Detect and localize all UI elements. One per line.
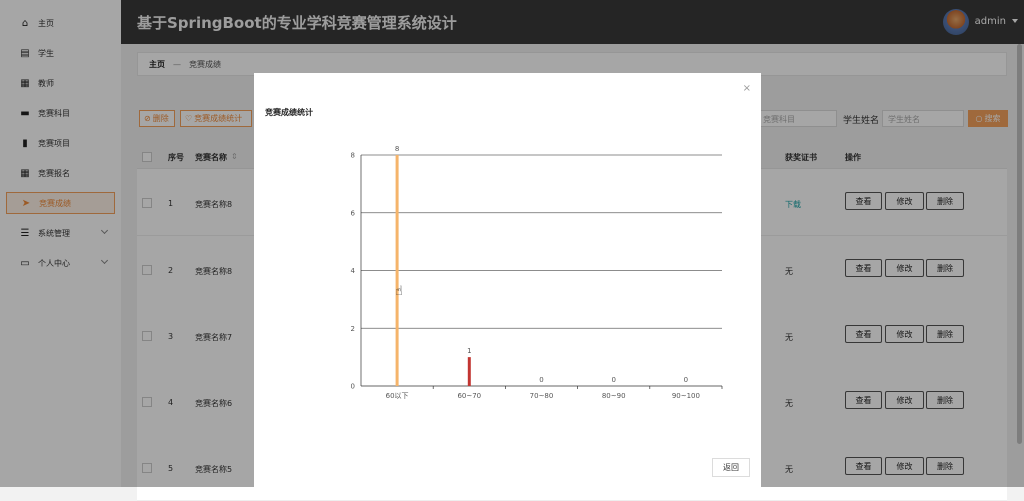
- bar-value-label: 0: [684, 376, 688, 384]
- y-tick-label: 0: [351, 383, 355, 391]
- score-bar-chart: 0 2 4 6 8 8 60以下 1 60~70 0 70~80 0 80~90 0 90~100: [351, 145, 723, 400]
- stats-modal: 竞赛成绩统计 × 0 2 4 6 8 8 60以下 1 60~70 0 70~80 0 80~90 0 90…: [254, 73, 761, 487]
- x-tick-label: 60以下: [386, 392, 409, 400]
- bar: [395, 155, 399, 386]
- x-tick-label: 80~90: [602, 392, 626, 400]
- hand-pointer-icon: ☝: [395, 284, 403, 299]
- y-tick-label: 8: [351, 152, 355, 160]
- y-tick-label: 6: [351, 209, 356, 217]
- back-button[interactable]: 返回: [712, 458, 750, 477]
- x-tick-label: 70~80: [530, 392, 554, 400]
- y-tick-label: 4: [351, 267, 356, 275]
- x-tick-label: 90~100: [672, 392, 700, 400]
- x-tick-label: 60~70: [457, 392, 481, 400]
- y-tick-label: 2: [351, 325, 355, 333]
- bar-value-label: 0: [611, 376, 615, 384]
- bar-value-label: 8: [395, 145, 399, 153]
- bar: [467, 357, 471, 386]
- bar-value-label: 0: [539, 376, 543, 384]
- bar-value-label: 1: [467, 347, 471, 355]
